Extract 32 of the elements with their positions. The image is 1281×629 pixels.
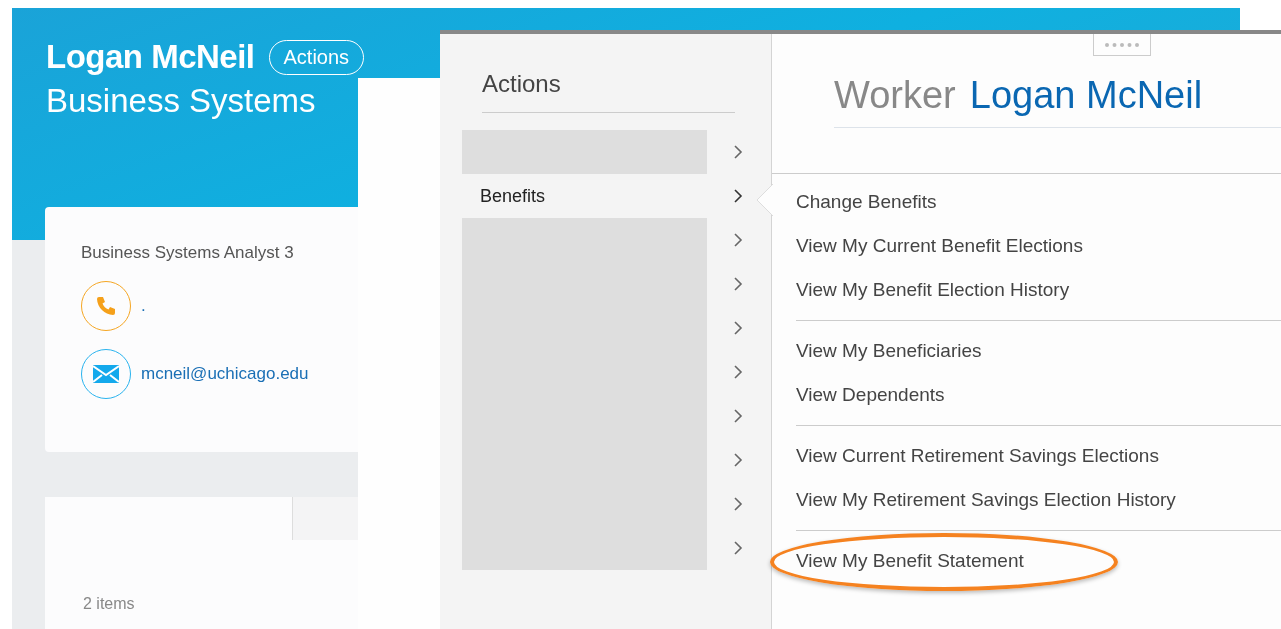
- submenu-item[interactable]: View My Beneficiaries: [796, 329, 982, 373]
- submenu-item[interactable]: View My Benefit Election History: [796, 268, 1070, 312]
- submenu-item[interactable]: View My Current Benefit Elections: [796, 224, 1083, 268]
- job-title: Business Systems Analyst 3: [81, 243, 295, 263]
- chevron-right-icon: [733, 496, 743, 512]
- worker-name[interactable]: Logan McNeil: [969, 74, 1203, 117]
- worker-label: Worker: [834, 74, 956, 117]
- chevron-right-icon: [733, 188, 743, 204]
- tab[interactable]: [292, 497, 358, 540]
- submenu-item[interactable]: View Dependents: [796, 373, 945, 417]
- menu-title: Actions: [482, 70, 735, 113]
- items-count: 2 items: [83, 595, 136, 613]
- chevron-right-icon: [733, 540, 743, 556]
- profile-name: Logan McNeil: [46, 38, 255, 76]
- chevron-right-icon: [733, 144, 743, 160]
- submenu-item[interactable]: View Current Retirement Savings Elections: [796, 434, 1159, 478]
- chevron-right-icon: [733, 364, 743, 380]
- chevron-right-icon: [733, 276, 743, 292]
- chevron-right-icon: [733, 320, 743, 336]
- submenu-item[interactable]: View My Retirement Savings Election History: [796, 478, 1176, 522]
- submenu-item[interactable]: Change Benefits: [796, 180, 937, 224]
- phone-icon: [81, 281, 131, 331]
- menu-item[interactable]: Benefits: [462, 174, 707, 218]
- email-link[interactable]: mcneil@uchicago.edu: [141, 364, 309, 384]
- profile-subtitle: Business Systems: [46, 82, 316, 120]
- email-icon: [81, 349, 131, 399]
- drag-handle[interactable]: [1093, 34, 1151, 56]
- chevron-right-icon: [733, 232, 743, 248]
- submenu-item[interactable]: View My Benefit Statement: [796, 539, 1024, 583]
- chevron-right-icon: [733, 452, 743, 468]
- chevron-right-icon: [733, 408, 743, 424]
- phone-number[interactable]: .: [141, 296, 146, 316]
